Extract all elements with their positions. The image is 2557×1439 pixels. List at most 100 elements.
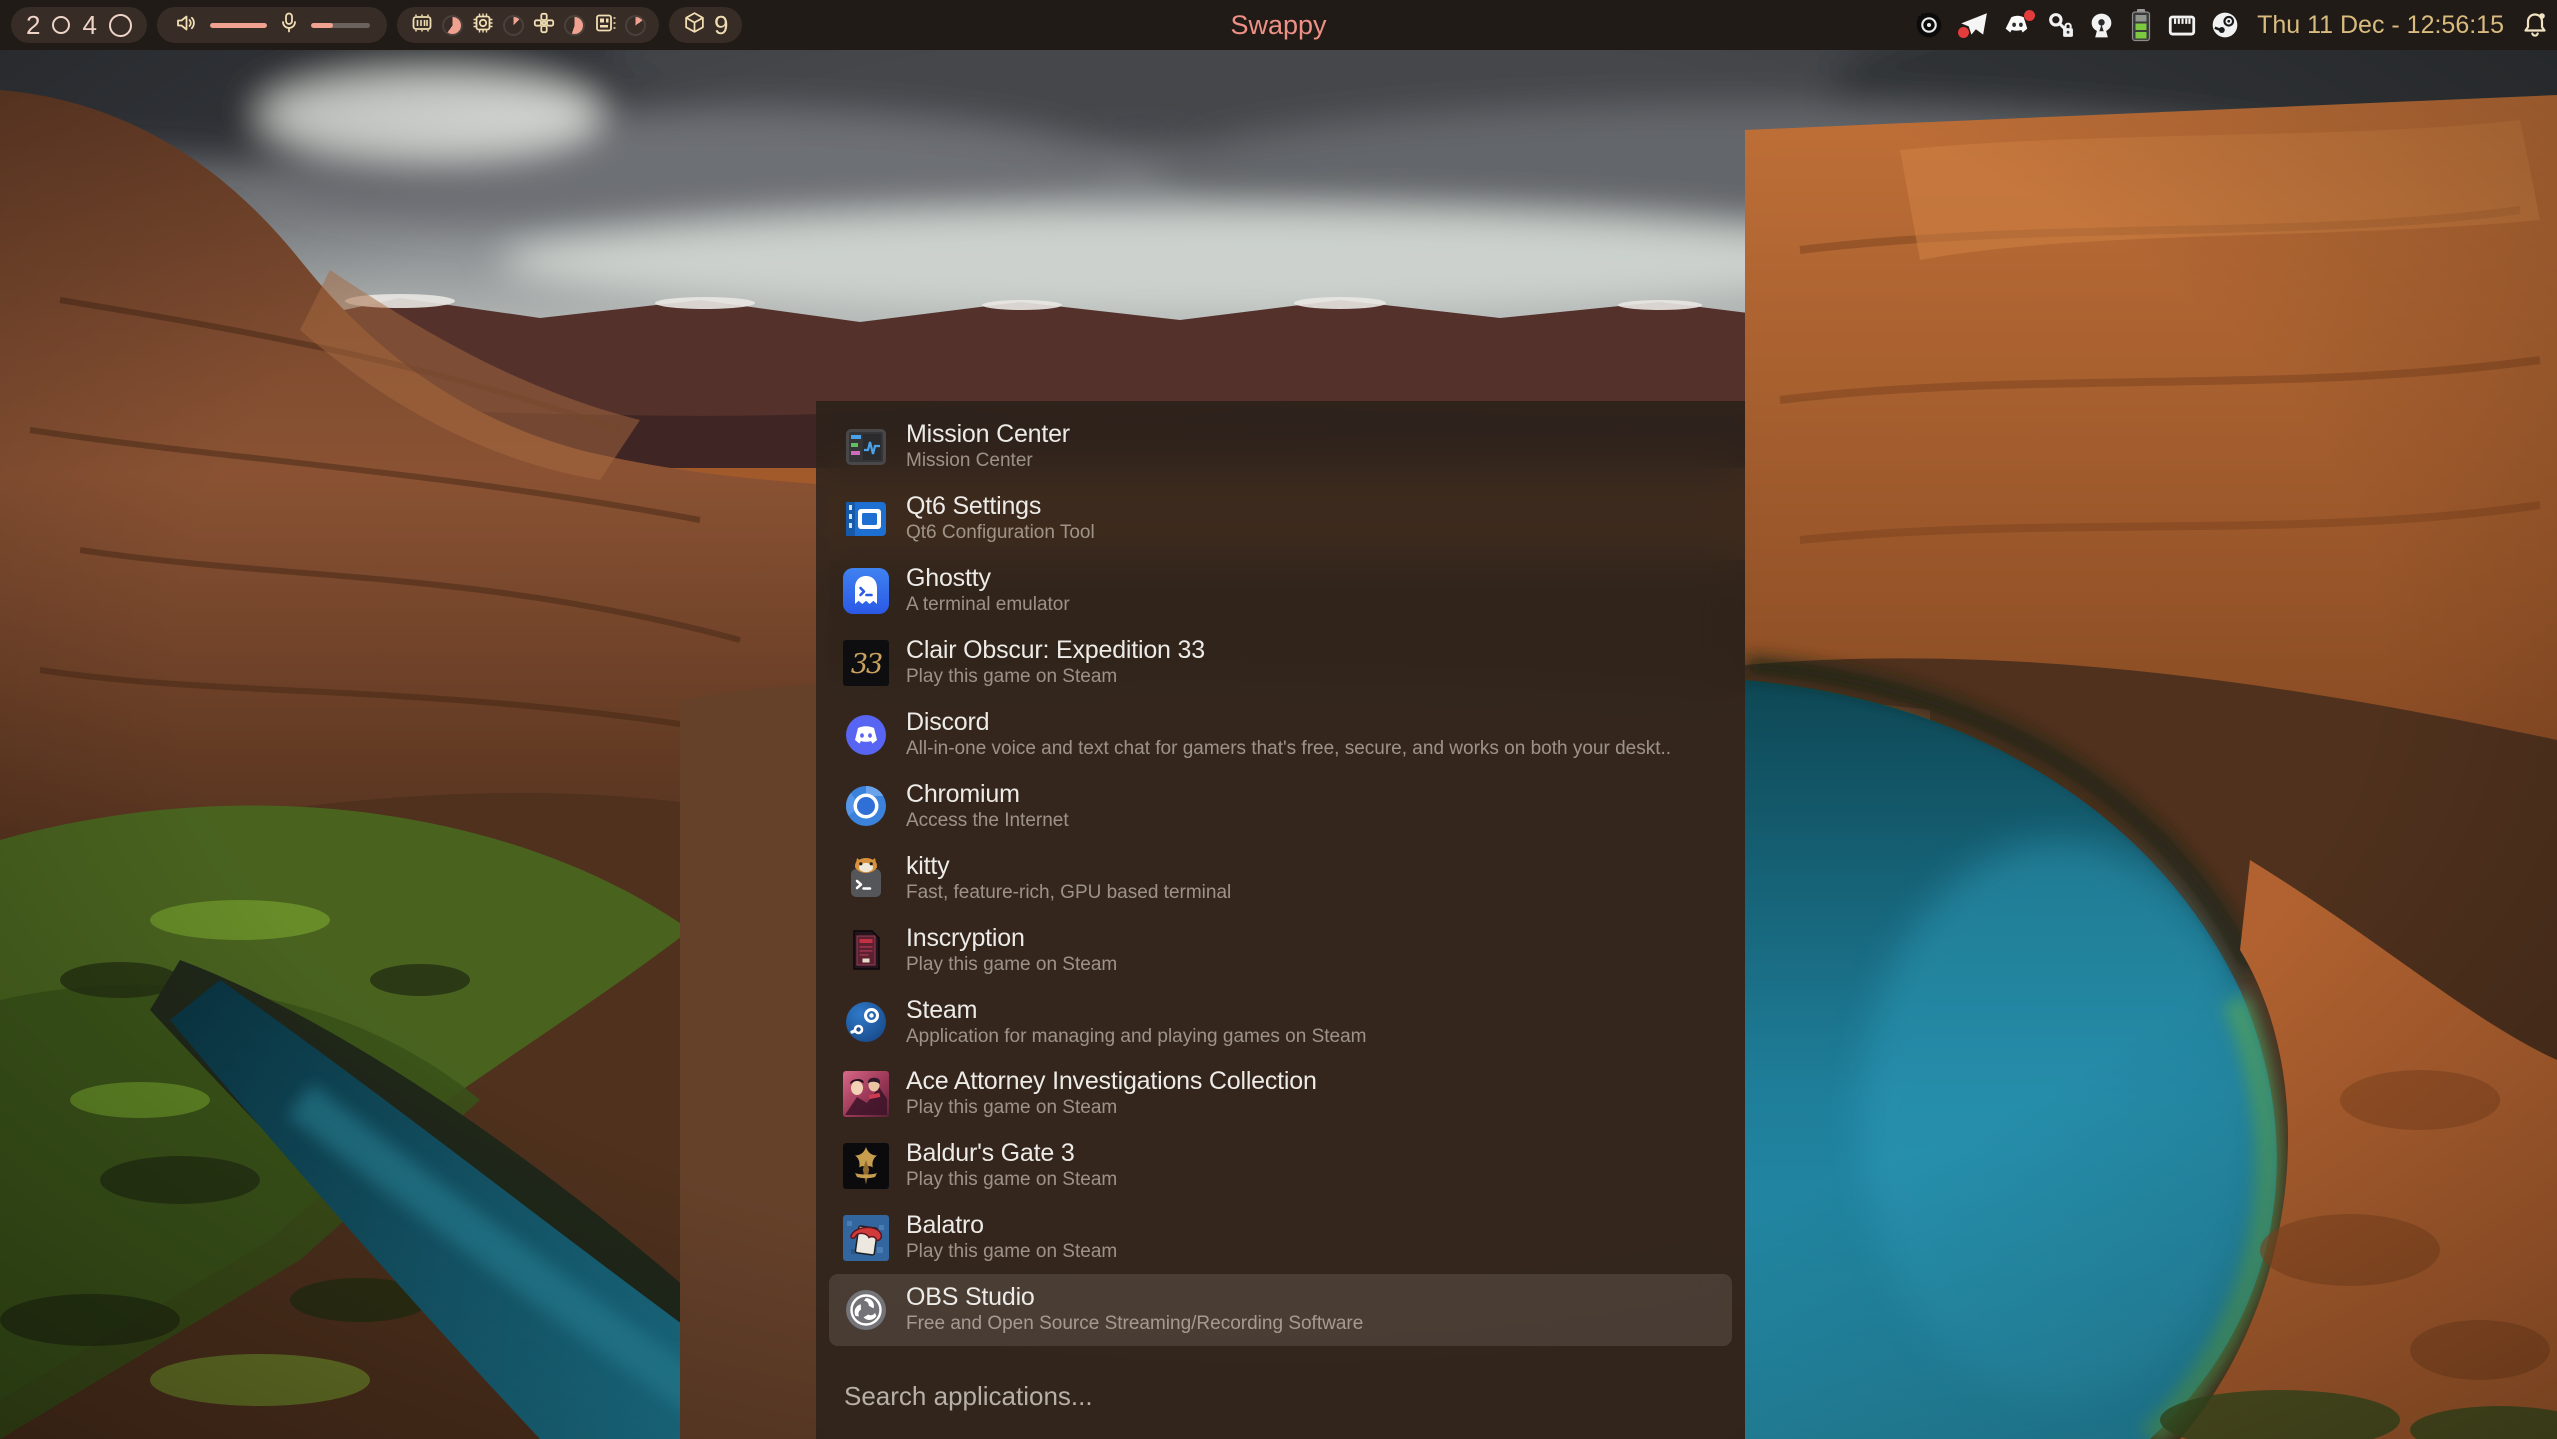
app-text: Balatro Play this game on Steam: [906, 1211, 1117, 1264]
app-text: kitty Fast, feature-rich, GPU based term…: [906, 852, 1231, 905]
app-subtitle: All-in-one voice and text chat for gamer…: [906, 737, 1671, 761]
app-title: kitty: [906, 852, 1231, 881]
notification-bell-icon[interactable]: [2521, 10, 2549, 40]
keyhole-tray-icon[interactable]: [2087, 11, 2116, 40]
balatro-icon: [843, 1215, 889, 1261]
app-title: Steam: [906, 996, 1367, 1025]
app-subtitle: Free and Open Source Streaming/Recording…: [906, 1312, 1363, 1336]
app-text: Mission Center Mission Center: [906, 420, 1070, 473]
app-row-baldurs-gate-3[interactable]: Baldur's Gate 3 Play this game on Steam: [829, 1130, 1732, 1202]
telegram-tray-icon[interactable]: [1957, 10, 1989, 40]
steelseries-tray-icon[interactable]: [1913, 9, 1945, 41]
app-row-kitty[interactable]: kitty Fast, feature-rich, GPU based term…: [829, 842, 1732, 914]
svg-text:33: 33: [851, 649, 882, 680]
clock[interactable]: Thu 11 Dec - 12:56:15: [2257, 11, 2504, 40]
search-input[interactable]: Search applications...: [844, 1381, 1093, 1412]
updates-module[interactable]: 9: [669, 7, 742, 43]
steam-icon: [843, 999, 889, 1045]
app-launcher-panel: Mission Center Mission Center Qt6 Settin…: [816, 401, 1745, 1439]
app-text: OBS Studio Free and Open Source Streamin…: [906, 1283, 1363, 1336]
inscryption-icon: [843, 927, 889, 973]
cpu-icon: [410, 11, 434, 40]
baldurs-gate-3-icon: [843, 1143, 889, 1189]
app-subtitle: Play this game on Steam: [906, 665, 1205, 689]
gpu-icon: [471, 11, 495, 40]
app-text: Ace Attorney Investigations Collection P…: [906, 1067, 1317, 1120]
updates-count: 9: [714, 10, 728, 41]
app-title: Ace Attorney Investigations Collection: [906, 1067, 1317, 1096]
steam-tray-icon[interactable]: [2210, 10, 2240, 40]
microphone-icon[interactable]: [279, 11, 299, 40]
workspace-dot-active-icon[interactable]: [109, 14, 132, 37]
workspace-number[interactable]: 2: [26, 8, 40, 42]
app-title: Chromium: [906, 780, 1069, 809]
discord-icon: [843, 712, 889, 758]
app-text: Discord All-in-one voice and text chat f…: [906, 708, 1671, 761]
app-title: Discord: [906, 708, 1671, 737]
app-text: Baldur's Gate 3 Play this game on Steam: [906, 1139, 1117, 1192]
app-row-ace-attorney-investigations-collection[interactable]: Ace Attorney Investigations Collection P…: [829, 1058, 1732, 1130]
kitty-icon: [843, 855, 889, 901]
discord-tray-icon[interactable]: [2001, 10, 2034, 40]
workspaces-module[interactable]: 2 4: [11, 7, 147, 43]
app-row-ghostty[interactable]: Ghostty A terminal emulator: [829, 555, 1732, 627]
app-subtitle: Play this game on Steam: [906, 1168, 1117, 1192]
ghostty-icon: [843, 568, 889, 614]
app-row-mission-center[interactable]: Mission Center Mission Center: [829, 411, 1732, 483]
app-row-chromium[interactable]: Chromium Access the Internet: [829, 770, 1732, 842]
app-row-balatro[interactable]: Balatro Play this game on Steam: [829, 1202, 1732, 1274]
workspace-number[interactable]: 4: [82, 8, 96, 42]
ethernet-tray-icon[interactable]: [2166, 10, 2198, 40]
app-row-qt6-settings[interactable]: Qt6 Settings Qt6 Configuration Tool: [829, 483, 1732, 555]
gpu-usage-pie: [503, 15, 524, 36]
app-subtitle: Fast, feature-rich, GPU based terminal: [906, 881, 1231, 905]
app-subtitle: Play this game on Steam: [906, 1096, 1317, 1120]
top-bar: 2 4: [0, 0, 2557, 50]
app-title: Inscryption: [906, 924, 1117, 953]
app-row-inscryption[interactable]: Inscryption Play this game on Steam: [829, 914, 1732, 986]
audio-module[interactable]: [157, 7, 387, 43]
workspace-dot-icon[interactable]: [52, 16, 70, 34]
app-subtitle: A terminal emulator: [906, 593, 1070, 617]
chromium-icon: [843, 783, 889, 829]
cpu-usage-pie: [442, 15, 463, 36]
gamepad-usage-pie: [564, 15, 585, 36]
system-tray: Thu 11 Dec - 12:56:15: [1913, 0, 2549, 50]
app-text: Qt6 Settings Qt6 Configuration Tool: [906, 492, 1095, 545]
discord-notification-dot: [2024, 10, 2035, 21]
app-title: Ghostty: [906, 564, 1070, 593]
system-stats-module[interactable]: [397, 7, 659, 43]
memory-usage-pie: [625, 15, 646, 36]
gamepad-icon: [532, 11, 556, 40]
app-text: Inscryption Play this game on Steam: [906, 924, 1117, 977]
app-subtitle: Application for managing and playing gam…: [906, 1025, 1367, 1049]
app-title: Balatro: [906, 1211, 1117, 1240]
app-title: Clair Obscur: Expedition 33: [906, 636, 1205, 665]
app-row-clair-obscur-expedition-33[interactable]: 33 Clair Obscur: Expedition 33 Play this…: [829, 627, 1732, 699]
app-row-steam[interactable]: Steam Application for managing and playi…: [829, 986, 1732, 1058]
volume-slider[interactable]: [210, 23, 267, 28]
battery-tray-icon[interactable]: [2128, 7, 2154, 43]
app-row-obs-studio[interactable]: OBS Studio Free and Open Source Streamin…: [829, 1274, 1732, 1346]
desktop-screen: 2 4: [0, 0, 2557, 1439]
package-icon: [683, 10, 706, 41]
mic-slider[interactable]: [311, 23, 370, 28]
app-row-discord[interactable]: Discord All-in-one voice and text chat f…: [829, 699, 1732, 771]
qt6-settings-icon: [843, 496, 889, 542]
app-title: Baldur's Gate 3: [906, 1139, 1117, 1168]
app-subtitle: Play this game on Steam: [906, 953, 1117, 977]
mission-center-icon: [843, 424, 889, 470]
obs-studio-icon: [843, 1287, 889, 1333]
app-subtitle: Play this game on Steam: [906, 1240, 1117, 1264]
app-text: Clair Obscur: Expedition 33 Play this ga…: [906, 636, 1205, 689]
app-text: Chromium Access the Internet: [906, 780, 1069, 833]
app-subtitle: Qt6 Configuration Tool: [906, 521, 1095, 545]
memory-icon: [593, 11, 617, 40]
ace-attorney-icon: [843, 1071, 889, 1117]
app-subtitle: Mission Center: [906, 449, 1070, 473]
keepassxc-tray-icon[interactable]: [2046, 11, 2075, 40]
app-title: Qt6 Settings: [906, 492, 1095, 521]
telegram-notification-dot: [1958, 27, 1969, 38]
bar-left-modules: 2 4: [11, 7, 742, 43]
speaker-icon[interactable]: [174, 11, 198, 40]
